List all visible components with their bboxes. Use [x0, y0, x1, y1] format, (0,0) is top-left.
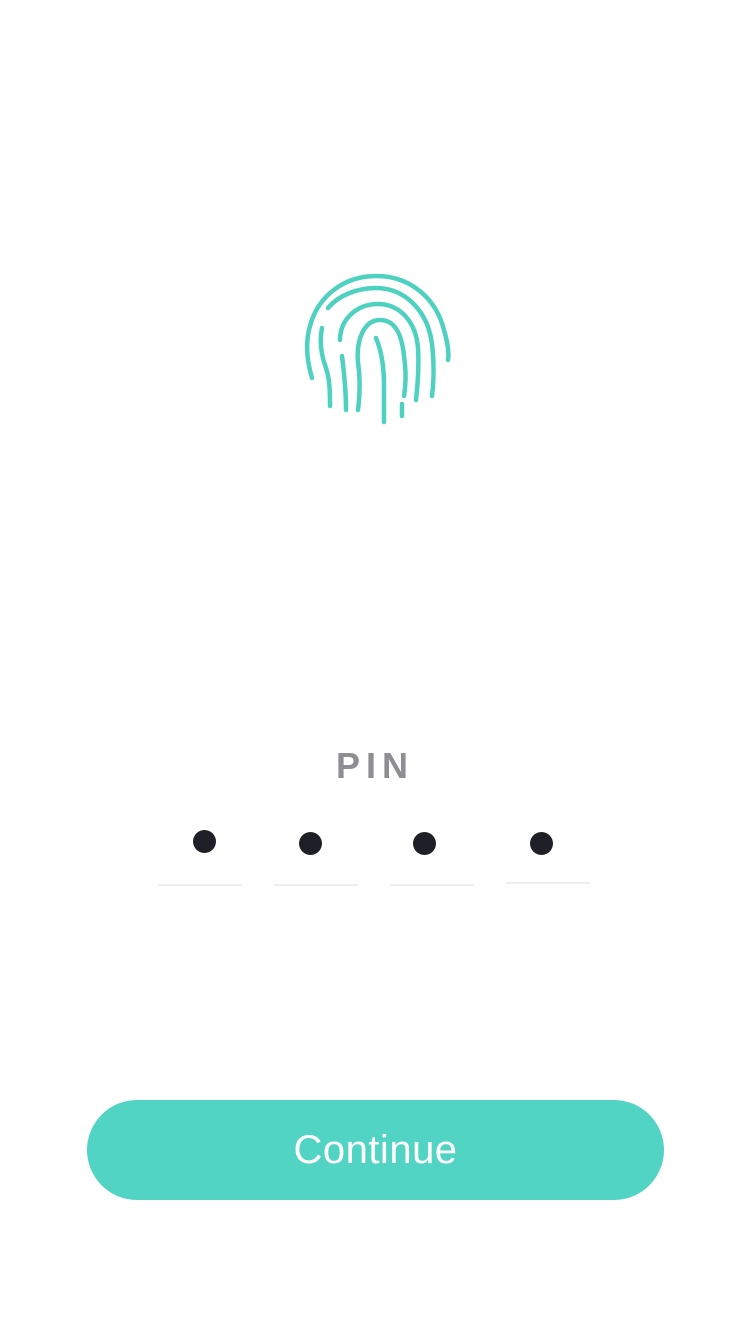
pin-dot-4 [530, 832, 553, 855]
fingerprint-icon[interactable] [300, 268, 456, 430]
pin-slot-2[interactable] [274, 826, 358, 886]
continue-button-label: Continue [293, 1127, 458, 1172]
pin-label: PIN [335, 745, 414, 786]
pin-underline-2 [274, 884, 358, 886]
pin-slot-4[interactable] [506, 824, 590, 884]
pin-dot-1 [193, 830, 216, 853]
pin-slot-1[interactable] [158, 826, 242, 886]
pin-underline-4 [506, 882, 590, 884]
pin-slot-3[interactable] [390, 826, 474, 886]
pin-underline-3 [390, 884, 474, 886]
pin-underline-1 [158, 884, 242, 886]
pin-dot-3 [413, 832, 436, 855]
continue-button[interactable]: Continue [87, 1100, 664, 1200]
pin-dot-2 [299, 832, 322, 855]
